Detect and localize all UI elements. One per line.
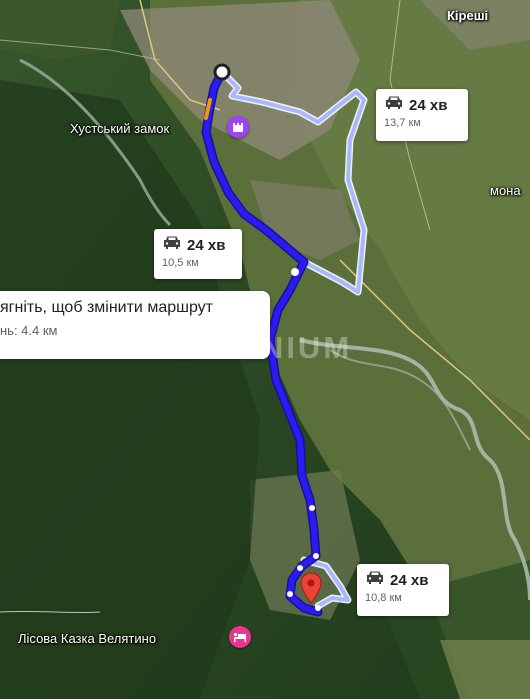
car-icon bbox=[384, 95, 404, 115]
route-time: 24 хв bbox=[187, 236, 226, 254]
route-waypoint-dot[interactable] bbox=[315, 605, 321, 611]
route-waypoint-dot[interactable] bbox=[297, 565, 303, 571]
destination-pin-icon[interactable] bbox=[300, 572, 322, 604]
route-waypoint-dot[interactable] bbox=[313, 553, 319, 559]
castle-icon[interactable] bbox=[227, 116, 249, 138]
route-distance: 10,8 км bbox=[365, 592, 402, 604]
car-icon bbox=[162, 235, 182, 255]
route-card-alternative-3[interactable]: 24 хв 10,8 км bbox=[357, 564, 449, 616]
origin-dot-icon[interactable] bbox=[213, 63, 231, 81]
route-distance: 13,7 км bbox=[384, 117, 421, 129]
route-time: 24 хв bbox=[409, 96, 448, 114]
route-card-selected[interactable]: 24 хв 10,5 км bbox=[154, 229, 242, 279]
route-time: 24 хв bbox=[390, 571, 429, 589]
bed-icon[interactable] bbox=[229, 626, 251, 648]
route-waypoint-dot[interactable] bbox=[291, 268, 299, 276]
tooltip-main-text: ягніть, щоб змінити маршрут bbox=[0, 299, 213, 316]
route-waypoint-dot[interactable] bbox=[287, 591, 293, 597]
route-distance: 10,5 км bbox=[162, 257, 199, 269]
route-card-alternative-1[interactable]: 24 хв 13,7 км bbox=[376, 89, 468, 141]
poi-label-khust-castle[interactable]: Хустський замок bbox=[70, 121, 169, 136]
place-label-kireshi: Кіреші bbox=[447, 8, 489, 23]
car-icon bbox=[365, 570, 385, 590]
route-waypoint-dot[interactable] bbox=[309, 505, 315, 511]
watermark: DOMINIUM bbox=[168, 330, 353, 365]
poi-label-lisova-kazka[interactable]: Лісова Казка Велятино bbox=[18, 631, 156, 646]
forest-northwest bbox=[0, 0, 120, 60]
place-label-mona: мона bbox=[490, 183, 521, 198]
